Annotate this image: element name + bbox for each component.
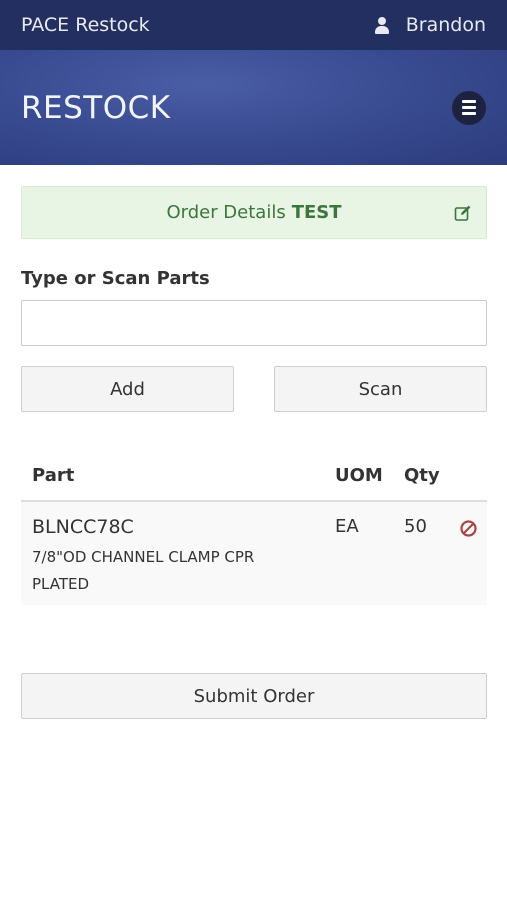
- part-uom: EA: [335, 516, 359, 537]
- hamburger-menu-icon[interactable]: [452, 90, 486, 125]
- edit-icon[interactable]: [454, 204, 472, 222]
- part-input[interactable]: [21, 300, 487, 346]
- order-details-label: Order Details: [166, 202, 286, 223]
- column-header-part: Part: [32, 465, 75, 486]
- part-number: BLNCC78C: [32, 516, 134, 538]
- order-details-value: TEST: [291, 202, 342, 223]
- add-button[interactable]: Add: [21, 366, 234, 412]
- table-row: BLNCC78C 7/8"OD CHANNEL CLAMP CPR PLATED…: [21, 502, 487, 605]
- page-banner: RESTOCK: [0, 50, 507, 165]
- part-description: 7/8"OD CHANNEL CLAMP CPR PLATED: [32, 548, 255, 593]
- remove-icon[interactable]: [460, 520, 477, 537]
- parts-table: Part UOM Qty BLNCC78C 7/8"OD CHANNEL CLA…: [21, 452, 487, 605]
- user-icon: [374, 16, 389, 34]
- order-details-bar[interactable]: Order Details TEST: [21, 186, 487, 239]
- column-header-uom: UOM: [335, 465, 383, 486]
- user-name: Brandon: [405, 14, 486, 36]
- user-menu[interactable]: Brandon: [374, 14, 486, 36]
- table-header: Part UOM Qty: [21, 452, 487, 502]
- page-title: RESTOCK: [21, 89, 171, 126]
- column-header-qty: Qty: [404, 465, 440, 486]
- submit-order-button[interactable]: Submit Order: [21, 673, 487, 719]
- part-qty: 50: [404, 516, 427, 537]
- top-bar: PACE Restock Brandon: [0, 0, 507, 50]
- scan-button[interactable]: Scan: [274, 366, 487, 412]
- app-title: PACE Restock: [21, 14, 150, 36]
- parts-entry-label: Type or Scan Parts: [21, 268, 210, 289]
